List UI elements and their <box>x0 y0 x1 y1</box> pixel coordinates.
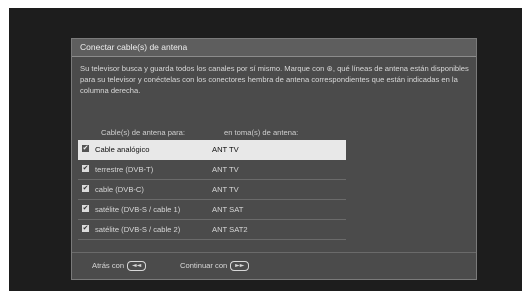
cable-name: terrestre (DVB-T) <box>95 165 154 174</box>
fast-forward-button-icon: ►► <box>230 261 250 271</box>
checkbox-icon[interactable]: ✔ <box>82 225 89 232</box>
list-item[interactable]: ✔ satélite (DVB-S / cable 2) ANT SAT2 <box>78 220 346 240</box>
antenna-setup-dialog: Conectar cable(s) de antena Su televisor… <box>71 38 477 280</box>
continue-label: Continuar con <box>180 261 228 270</box>
tv-screen: Conectar cable(s) de antena Su televisor… <box>9 8 522 291</box>
antenna-port: ANT SAT <box>212 205 244 214</box>
back-label: Atrás con <box>92 261 125 270</box>
list-item[interactable]: ✔ terrestre (DVB-T) ANT TV <box>78 160 346 180</box>
list-item[interactable]: ✔ satélite (DVB-S / cable 1) ANT SAT <box>78 200 346 220</box>
cable-list: ✔ Cable analógico ANT TV ✔ terrestre (DV… <box>78 140 346 240</box>
column-header-port: en toma(s) de antena: <box>224 128 299 137</box>
dialog-title-bar: Conectar cable(s) de antena <box>72 39 476 57</box>
antenna-port: ANT SAT2 <box>212 225 248 234</box>
dialog-description: Su televisor busca y guarda todos los ca… <box>80 64 469 95</box>
antenna-port: ANT TV <box>212 165 239 174</box>
cable-name: Cable analógico <box>95 145 150 154</box>
checkbox-icon[interactable]: ✔ <box>82 145 89 152</box>
continue-button[interactable]: Continuar con ►► <box>180 261 250 271</box>
dialog-title: Conectar cable(s) de antena <box>80 42 188 52</box>
checkbox-icon[interactable]: ✔ <box>82 185 89 192</box>
antenna-port: ANT TV <box>212 185 239 194</box>
list-item[interactable]: ✔ cable (DVB-C) ANT TV <box>78 180 346 200</box>
cable-name: satélite (DVB-S / cable 2) <box>95 225 181 234</box>
antenna-port: ANT TV <box>212 145 239 154</box>
rewind-button-icon: ◄◄ <box>127 261 147 271</box>
cable-name: cable (DVB-C) <box>95 185 144 194</box>
column-header-cable: Cable(s) de antena para: <box>101 128 186 137</box>
list-item[interactable]: ✔ Cable analógico ANT TV <box>78 140 346 160</box>
checkbox-icon[interactable]: ✔ <box>82 205 89 212</box>
checkbox-icon[interactable]: ✔ <box>82 165 89 172</box>
cable-name: satélite (DVB-S / cable 1) <box>95 205 181 214</box>
back-button[interactable]: Atrás con ◄◄ <box>92 261 147 271</box>
dialog-footer: Atrás con ◄◄ Continuar con ►► <box>72 252 476 279</box>
